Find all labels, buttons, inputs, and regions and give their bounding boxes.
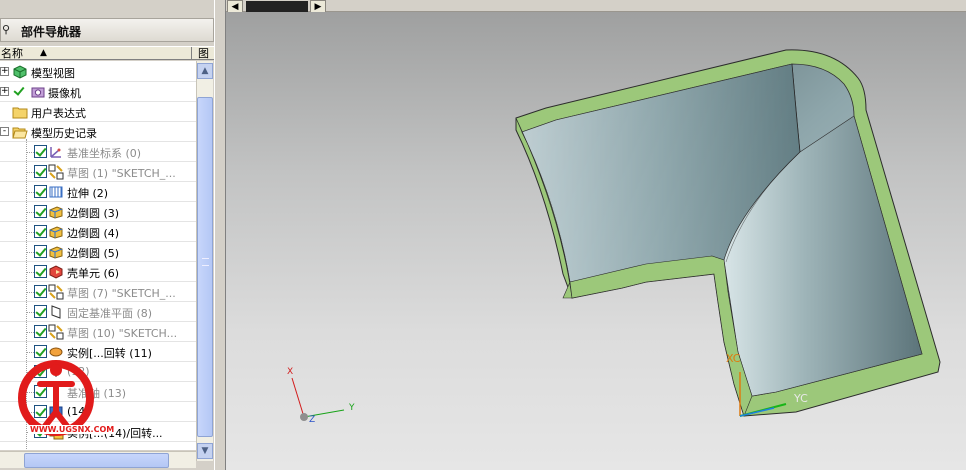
tree-row-label: 草图 (1) "SKETCH_... [67,167,176,180]
graphics-top-strip: ◀ ▶ [226,0,966,14]
tree-row[interactable]: 拉伸 (2) [0,182,196,202]
tree-connector [26,252,34,253]
triad-x-label: X [287,367,293,377]
tree-connector [26,172,34,173]
tree-row-label: 壳单元 (6) [67,267,120,280]
camera-icon [30,84,46,100]
navigator-title: 部件导航器 [21,25,82,39]
tree-connector [26,272,34,273]
tree-row-label: 用户表达式 [31,107,86,120]
model-views-icon [12,64,28,80]
edge-blend-icon [48,224,64,240]
tree-row[interactable]: 用户表达式 [0,102,196,122]
visibility-checkbox[interactable] [34,325,47,338]
tree-row-label: 草图 (7) "SKETCH_... [67,287,176,300]
folder-open-icon [12,124,28,140]
tree-connector [26,332,34,333]
tree-row-label: 固定基准平面 (8) [67,307,153,320]
collapse-icon[interactable]: - [0,127,9,136]
tree-row[interactable]: 草图 (10) "SKETCH... [0,322,196,342]
tree-row[interactable]: 边倒圆 (4) [0,222,196,242]
vertical-scroll-thumb[interactable] [197,97,213,437]
tree-connector [26,152,34,153]
visibility-checkbox[interactable] [34,285,47,298]
checkmark-icon[interactable] [13,85,26,98]
shell-icon [48,264,64,280]
extrude-icon [48,184,64,200]
tree-row[interactable]: + 摄像机 [0,82,196,102]
vertical-scrollbar[interactable]: ▲ ▼ [196,61,213,461]
visibility-checkbox[interactable] [34,145,47,158]
visibility-checkbox[interactable] [34,225,47,238]
expand-icon[interactable]: + [0,67,9,76]
triad-y-label: Y [348,403,355,413]
visibility-checkbox[interactable] [34,185,47,198]
visibility-checkbox[interactable] [34,265,47,278]
sketch-icon [48,324,64,340]
column-name-label: 名称 [1,47,23,60]
watermark-url: WWW.UGSNX.COM [28,425,117,434]
watermark-logo [18,360,94,436]
tree-row[interactable]: 草图 (1) "SKETCH_... [0,162,196,182]
tree-row-label: 拉伸 (2) [67,187,109,200]
tree-row[interactable]: 边倒圆 (3) [0,202,196,222]
model-viewport[interactable]: XC YC X Y Z [226,12,966,470]
tree-connector [26,312,34,313]
tree-row-label: 基准坐标系 (0) [67,147,142,160]
tree-connector [26,292,34,293]
tree-connector [26,232,34,233]
visibility-checkbox[interactable] [34,165,47,178]
tree-connector [26,192,34,193]
tree-row-label: 边倒圆 (3) [67,207,120,220]
tree-row-label: 模型历史记录 [31,127,97,140]
triad-z-label: Z [309,415,315,425]
tree-row-label: 边倒圆 (5) [67,247,120,260]
scroll-up-button[interactable]: ▲ [197,63,213,79]
edge-blend-icon [48,204,64,220]
edge-blend-icon [48,244,64,260]
sort-ascending-icon: ▲ [40,48,47,58]
tree-row[interactable]: 壳单元 (6) [0,262,196,282]
column-header: 名称 ▲ 图 [0,46,214,60]
sketch-icon [48,284,64,300]
tree-row-label: 模型视图 [31,67,75,80]
visibility-checkbox[interactable] [34,305,47,318]
pin-icon[interactable]: ⚲ [2,24,12,36]
tree-row-label: 边倒圆 (4) [67,227,120,240]
datum-plane-icon [48,304,64,320]
folder-icon [12,104,28,120]
tree-row[interactable]: + 模型视图 [0,62,196,82]
visibility-checkbox[interactable] [34,245,47,258]
tree-row[interactable]: 固定基准平面 (8) [0,302,196,322]
tree-connector [26,212,34,213]
vertical-leg-end-face [569,255,753,417]
scroll-down-button[interactable]: ▼ [197,443,213,459]
tree-row[interactable]: 边倒圆 (5) [0,242,196,262]
tree-row[interactable]: - 模型历史记录 [0,122,196,142]
tree-row-label: 草图 (10) "SKETCH... [67,327,178,340]
datum-csys-icon [48,144,64,160]
wcs-xc-label: XC [726,352,741,365]
graphics-window[interactable]: XC YC X Y Z [226,12,966,470]
top-scroll-track[interactable] [246,1,308,12]
navigator-title-bar: ⚲ 部件导航器 [0,18,214,42]
tree-row[interactable]: 基准坐标系 (0) [0,142,196,162]
tree-row[interactable]: 草图 (7) "SKETCH_... [0,282,196,302]
wcs-yc-label: YC [793,392,808,405]
tree-row-label: 摄像机 [48,87,81,100]
column-name-header[interactable]: 名称 ▲ [0,47,192,60]
absolute-triad: X Y Z [287,367,355,425]
column-figure-header[interactable]: 图 [198,47,212,60]
panel-splitter[interactable] [214,0,226,470]
expand-icon[interactable]: + [0,87,9,96]
sketch-icon [48,164,64,180]
visibility-checkbox[interactable] [34,205,47,218]
